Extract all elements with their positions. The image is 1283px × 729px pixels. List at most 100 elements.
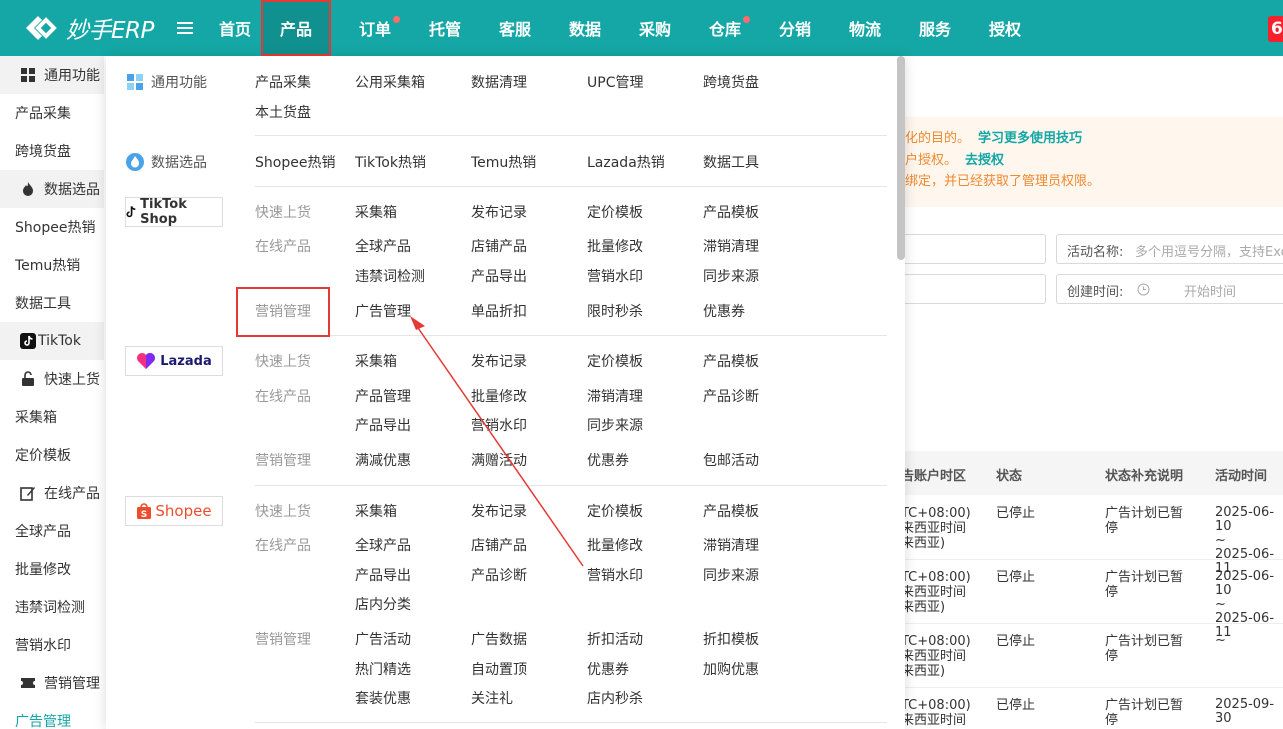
menu-item[interactable]: 营销水印 xyxy=(471,415,527,435)
menu-item[interactable]: 定价模板 xyxy=(587,501,643,521)
menu-item[interactable]: 滞销清理 xyxy=(703,535,759,555)
menu-item[interactable]: 产品模板 xyxy=(703,501,759,521)
sidebar-item-collect[interactable]: 产品采集 xyxy=(0,94,104,132)
nav-product[interactable]: 产品 xyxy=(261,0,331,56)
sidebar-group-fast-listing[interactable]: 快速上货 xyxy=(0,360,104,398)
menu-item[interactable]: 产品导出 xyxy=(355,565,411,585)
menu-item[interactable]: 营销水印 xyxy=(587,266,643,286)
menu-item[interactable]: 产品管理 xyxy=(355,386,411,406)
nav-orders[interactable]: 订单 xyxy=(340,0,410,56)
menu-item[interactable]: Shopee热销 xyxy=(255,152,335,172)
menu-item[interactable]: 发布记录 xyxy=(471,351,527,371)
menu-item[interactable]: Temu热销 xyxy=(471,152,536,172)
menu-item[interactable]: 采集箱 xyxy=(355,202,397,222)
menu-item[interactable]: 产品导出 xyxy=(355,415,411,435)
menu-item[interactable]: 满赠活动 xyxy=(471,450,527,470)
sidebar-item-crossborder[interactable]: 跨境货盘 xyxy=(0,132,104,170)
menu-item[interactable]: 发布记录 xyxy=(471,501,527,521)
nav-authorize[interactable]: 授权 xyxy=(970,0,1040,56)
menu-item[interactable]: 滞销清理 xyxy=(703,236,759,256)
menu-item[interactable]: 定价模板 xyxy=(587,202,643,222)
nav-hosting[interactable]: 托管 xyxy=(410,0,480,56)
sidebar-item-collect-box[interactable]: 采集箱 xyxy=(0,398,104,436)
menu-item[interactable]: 店铺产品 xyxy=(471,236,527,256)
sidebar-item-shopee-hot[interactable]: Shopee热销 xyxy=(0,208,104,246)
menu-item[interactable]: 批量修改 xyxy=(471,386,527,406)
sidebar-item-banned-words[interactable]: 违禁词检测 xyxy=(0,588,104,626)
sidebar-group-data-select[interactable]: 数据选品 xyxy=(0,170,104,208)
learn-more-link[interactable]: 学习更多使用技巧 xyxy=(978,131,1082,146)
menu-item[interactable]: 优惠券 xyxy=(587,450,629,470)
menu-item[interactable]: 产品诊断 xyxy=(471,565,527,585)
menu-item[interactable]: 单品折扣 xyxy=(471,301,527,321)
menu-item[interactable]: 跨境货盘 xyxy=(703,72,759,92)
menu-item[interactable]: 批量修改 xyxy=(587,535,643,555)
menu-item[interactable]: 广告数据 xyxy=(471,629,527,649)
menu-item[interactable]: 套装优惠 xyxy=(355,688,411,708)
menu-item[interactable]: 优惠券 xyxy=(587,659,629,679)
menu-item[interactable]: UPC管理 xyxy=(587,72,643,92)
nav-warehouse[interactable]: 仓库 xyxy=(690,0,760,56)
sidebar-item-temu-hot[interactable]: Temu热销 xyxy=(0,246,104,284)
menu-item[interactable]: TikTok热销 xyxy=(355,152,426,172)
menu-item[interactable]: 本土货盘 xyxy=(255,102,311,122)
menu-item[interactable]: 违禁词检测 xyxy=(355,266,425,286)
nav-purchase[interactable]: 采购 xyxy=(620,0,690,56)
sidebar-group-marketing[interactable]: 营销管理 xyxy=(0,664,104,702)
menu-item[interactable]: 加购优惠 xyxy=(703,659,759,679)
sidebar-item-bulk-edit[interactable]: 批量修改 xyxy=(0,550,104,588)
sidebar-group-tiktok[interactable]: TikTok xyxy=(0,322,104,360)
sidebar-group-online-products[interactable]: 在线产品 xyxy=(0,474,104,512)
logo[interactable]: 妙手ERP xyxy=(20,10,154,46)
sidebar-group-general[interactable]: 通用功能 xyxy=(0,56,104,94)
authorize-link[interactable]: 去授权 xyxy=(965,153,1004,168)
menu-item[interactable]: 采集箱 xyxy=(355,351,397,371)
nav-data[interactable]: 数据 xyxy=(550,0,620,56)
nav-logistics[interactable]: 物流 xyxy=(830,0,900,56)
nav-home[interactable]: 首页 xyxy=(200,0,270,56)
menu-item[interactable]: 满减优惠 xyxy=(355,450,411,470)
activity-name-filter[interactable]: 活动名称: 多个用逗号分隔，支持Exc xyxy=(1056,234,1283,264)
menu-item[interactable]: 全球产品 xyxy=(355,236,411,256)
menu-item[interactable]: 批量修改 xyxy=(587,236,643,256)
menu-item[interactable]: 滞销清理 xyxy=(587,386,643,406)
menu-item[interactable]: 数据工具 xyxy=(703,152,759,172)
menu-item[interactable]: 同步来源 xyxy=(703,266,759,286)
menu-item[interactable]: 产品采集 xyxy=(255,72,311,92)
menu-item[interactable]: 发布记录 xyxy=(471,202,527,222)
menu-item[interactable]: 折扣模板 xyxy=(703,629,759,649)
nav-services[interactable]: 服务 xyxy=(900,0,970,56)
menu-item[interactable]: 店内秒杀 xyxy=(587,688,643,708)
menu-item-ad-management[interactable]: 广告管理 xyxy=(355,301,411,321)
menu-item[interactable]: 限时秒杀 xyxy=(587,301,643,321)
menu-item[interactable]: 关注礼 xyxy=(471,688,513,708)
sidebar-item-ad-management[interactable]: 广告管理 xyxy=(0,702,104,729)
menu-item[interactable]: 产品模板 xyxy=(703,351,759,371)
nav-service[interactable]: 客服 xyxy=(480,0,550,56)
menu-item[interactable]: Lazada热销 xyxy=(587,152,665,172)
menu-item[interactable]: 优惠券 xyxy=(703,301,745,321)
menu-item[interactable]: 产品模板 xyxy=(703,202,759,222)
sidebar-item-watermark[interactable]: 营销水印 xyxy=(0,626,104,664)
menu-item[interactable]: 定价模板 xyxy=(587,351,643,371)
menu-toggle-icon[interactable] xyxy=(177,20,193,36)
menu-item[interactable]: 采集箱 xyxy=(355,501,397,521)
menu-item[interactable]: 广告活动 xyxy=(355,629,411,649)
menu-item[interactable]: 包邮活动 xyxy=(703,450,759,470)
menu-item[interactable]: 产品导出 xyxy=(471,266,527,286)
sidebar-item-data-tools[interactable]: 数据工具 xyxy=(0,284,104,322)
created-time-filter[interactable]: 创建时间: 开始时间 xyxy=(1056,274,1283,304)
menu-item[interactable]: 折扣活动 xyxy=(587,629,643,649)
sidebar-item-pricing-template[interactable]: 定价模板 xyxy=(0,436,104,474)
menu-item[interactable]: 全球产品 xyxy=(355,535,411,555)
promo-badge[interactable]: 6 xyxy=(1268,16,1283,42)
menu-item[interactable]: 热门精选 xyxy=(355,659,411,679)
menu-item[interactable]: 自动置顶 xyxy=(471,659,527,679)
menu-item[interactable]: 店铺产品 xyxy=(471,535,527,555)
nav-distribution[interactable]: 分销 xyxy=(760,0,830,56)
menu-item[interactable]: 数据清理 xyxy=(471,72,527,92)
menu-item[interactable]: 同步来源 xyxy=(703,565,759,585)
menu-item[interactable]: 同步来源 xyxy=(587,415,643,435)
menu-item[interactable]: 产品诊断 xyxy=(703,386,759,406)
sidebar-item-global-products[interactable]: 全球产品 xyxy=(0,512,104,550)
